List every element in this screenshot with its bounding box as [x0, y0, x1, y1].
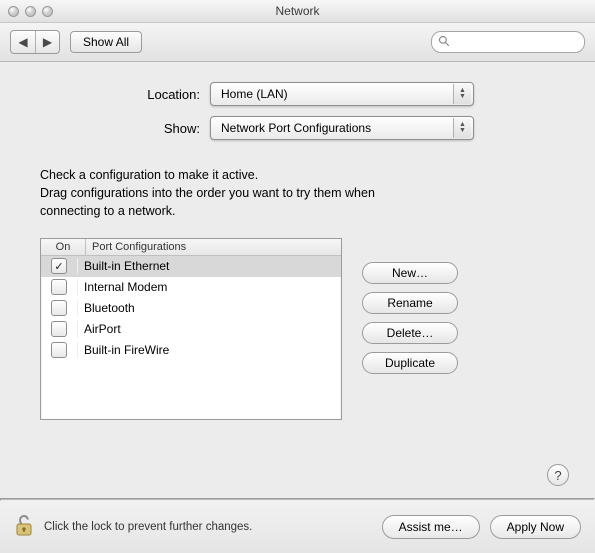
- table-row[interactable]: Bluetooth: [41, 298, 341, 319]
- row-on-cell: [41, 342, 78, 358]
- back-button[interactable]: ◀: [11, 31, 35, 53]
- show-popup[interactable]: Network Port Configurations ▲▼: [210, 116, 474, 140]
- lock-button[interactable]: [14, 514, 34, 541]
- location-label: Location:: [30, 87, 200, 102]
- apply-now-button[interactable]: Apply Now: [490, 515, 581, 539]
- search-input[interactable]: [454, 35, 578, 49]
- instructions-line: Drag configurations into the order you w…: [40, 184, 565, 202]
- new-button[interactable]: New…: [362, 262, 458, 284]
- content-area: Location: Home (LAN) ▲▼ Show: Network Po…: [0, 62, 595, 498]
- network-preferences-window: Network ◀ ▶ Show All Location: Home (LAN…: [0, 0, 595, 553]
- show-row: Show: Network Port Configurations ▲▼: [30, 116, 565, 140]
- enable-checkbox[interactable]: ✓: [51, 258, 67, 274]
- search-icon: [438, 35, 450, 50]
- close-window-button[interactable]: [8, 6, 19, 17]
- table-row[interactable]: Built-in FireWire: [41, 340, 341, 361]
- zoom-window-button[interactable]: [42, 6, 53, 17]
- list-body: ✓ Built-in Ethernet Internal Modem Bluetoot…: [41, 256, 341, 419]
- duplicate-button[interactable]: Duplicate: [362, 352, 458, 374]
- footer: Click the lock to prevent further change…: [0, 501, 595, 553]
- row-on-cell: [41, 279, 78, 295]
- rename-button[interactable]: Rename: [362, 292, 458, 314]
- nav-segmented: ◀ ▶: [10, 30, 60, 54]
- row-on-cell: ✓: [41, 258, 78, 274]
- window-title: Network: [0, 4, 595, 18]
- instructions-line: connecting to a network.: [40, 202, 565, 220]
- help-icon: ?: [554, 468, 561, 483]
- table-row[interactable]: ✓ Built-in Ethernet: [41, 256, 341, 277]
- show-label: Show:: [30, 121, 200, 136]
- port-configurations-list[interactable]: On Port Configurations ✓ Built-in Etherne…: [40, 238, 342, 420]
- minimize-window-button[interactable]: [25, 6, 36, 17]
- enable-checkbox[interactable]: [51, 279, 67, 295]
- instructions-line: Check a configuration to make it active.: [40, 166, 565, 184]
- header-name[interactable]: Port Configurations: [86, 239, 341, 255]
- table-row[interactable]: Internal Modem: [41, 277, 341, 298]
- search-field[interactable]: [431, 31, 585, 53]
- forward-button[interactable]: ▶: [35, 31, 59, 53]
- double-arrow-icon: ▲▼: [453, 84, 471, 104]
- double-arrow-icon: ▲▼: [453, 118, 471, 138]
- location-value: Home (LAN): [221, 87, 288, 101]
- title-bar: Network: [0, 0, 595, 23]
- help-button[interactable]: ?: [547, 464, 569, 486]
- location-popup[interactable]: Home (LAN) ▲▼: [210, 82, 474, 106]
- configurations-area: On Port Configurations ✓ Built-in Etherne…: [40, 238, 565, 420]
- toolbar: ◀ ▶ Show All: [0, 23, 595, 62]
- enable-checkbox[interactable]: [51, 300, 67, 316]
- show-value: Network Port Configurations: [221, 121, 371, 135]
- row-on-cell: [41, 300, 78, 316]
- enable-checkbox[interactable]: [51, 342, 67, 358]
- triangle-left-icon: ◀: [18, 35, 27, 49]
- lock-text: Click the lock to prevent further change…: [44, 521, 252, 533]
- triangle-right-icon: ▶: [43, 35, 52, 49]
- header-on[interactable]: On: [41, 239, 86, 255]
- enable-checkbox[interactable]: [51, 321, 67, 337]
- row-name: Bluetooth: [78, 301, 341, 315]
- row-name: Built-in Ethernet: [78, 259, 341, 273]
- list-side-buttons: New… Rename Delete… Duplicate: [362, 238, 458, 420]
- row-name: Built-in FireWire: [78, 343, 341, 357]
- assist-me-button[interactable]: Assist me…: [382, 515, 480, 539]
- instructions-text: Check a configuration to make it active.…: [40, 166, 565, 220]
- row-name: AirPort: [78, 322, 341, 336]
- delete-button[interactable]: Delete…: [362, 322, 458, 344]
- show-all-button[interactable]: Show All: [70, 31, 142, 53]
- table-row[interactable]: AirPort: [41, 319, 341, 340]
- row-name: Internal Modem: [78, 280, 341, 294]
- unlocked-lock-icon: [14, 514, 34, 541]
- row-on-cell: [41, 321, 78, 337]
- window-controls: [8, 6, 53, 17]
- list-header: On Port Configurations: [41, 239, 341, 256]
- location-row: Location: Home (LAN) ▲▼: [30, 82, 565, 106]
